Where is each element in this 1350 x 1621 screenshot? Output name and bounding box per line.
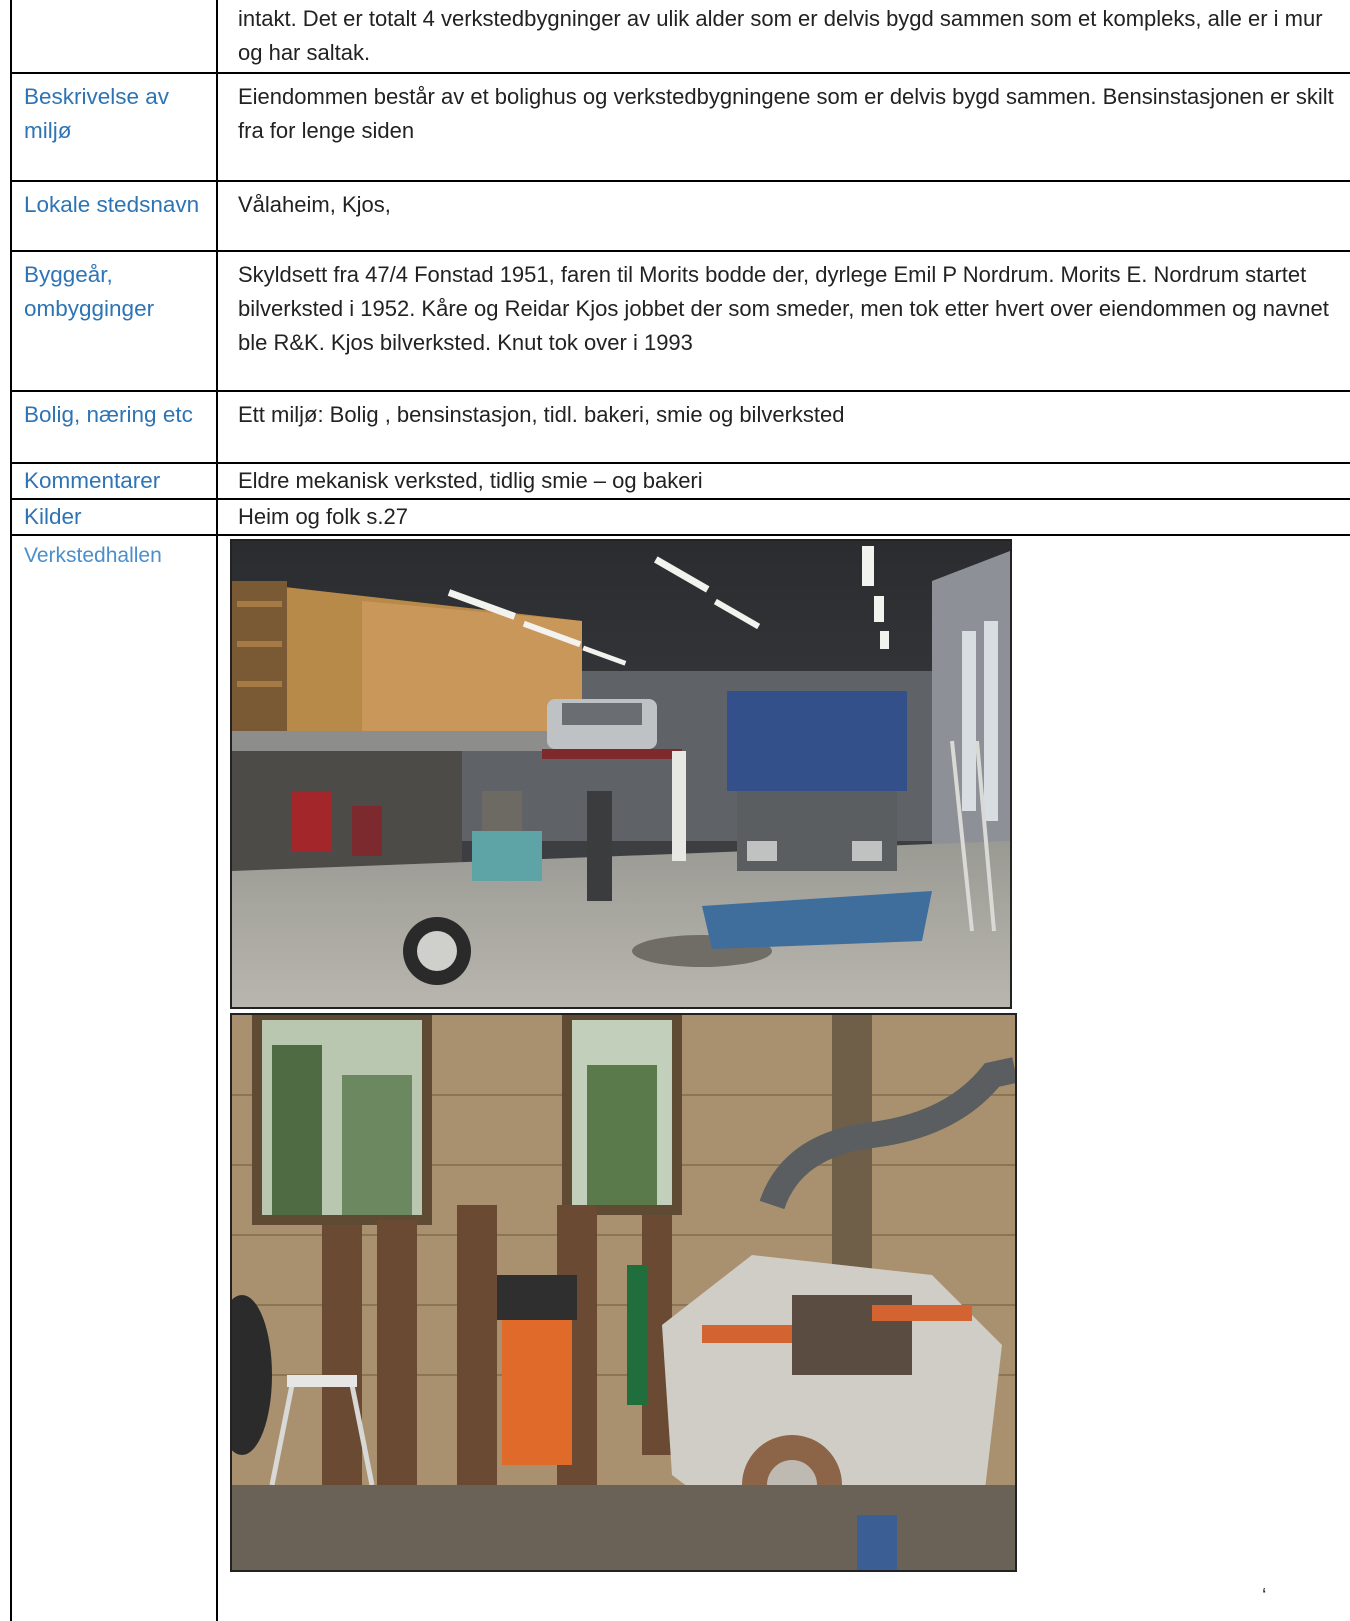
row-label: Byggeår, ombygginger [24, 262, 155, 321]
column-divider [216, 74, 218, 180]
column-divider [216, 392, 218, 462]
row-value: Eldre mekanisk verksted, tidlig smie – o… [238, 468, 703, 493]
row-value: Heim og folk s.27 [238, 504, 408, 529]
row-value: Skyldsett fra 47/4 Fonstad 1951, faren t… [238, 262, 1329, 355]
workshop-hall-photo [230, 539, 1012, 1009]
row-label: Kommentarer [24, 468, 161, 493]
column-divider [216, 500, 218, 534]
column-divider [216, 182, 218, 250]
row-value: intakt. Det er totalt 4 verkstedbygninge… [238, 6, 1323, 65]
row-label: Verkstedhallen [24, 544, 162, 567]
table-row: Byggeår, ombygginger Skyldsett fra 47/4 … [12, 252, 1350, 392]
welding-equipment-photo [230, 1013, 1017, 1572]
row-value: Ett miljø: Bolig , bensinstasjon, tidl. … [238, 402, 845, 427]
column-divider [216, 464, 218, 498]
row-label: Lokale stedsnavn [24, 192, 200, 217]
row-value: Vålaheim, Kjos, [238, 192, 391, 217]
row-label [12, 0, 206, 72]
row-label: Kilder [24, 504, 82, 529]
table-row: intakt. Det er totalt 4 verkstedbygninge… [12, 0, 1350, 74]
corner-mark: ‘ [1262, 1585, 1267, 1607]
table-row: Lokale stedsnavn Vålaheim, Kjos, [12, 182, 1350, 252]
column-divider [216, 536, 218, 1621]
table-row: Bolig, næring etc Ett miljø: Bolig , ben… [12, 392, 1350, 464]
column-divider [216, 252, 218, 390]
column-divider [216, 0, 218, 72]
table-row: Kommentarer Eldre mekanisk verksted, tid… [12, 464, 1350, 500]
row-label: Beskrivelse av miljø [24, 84, 170, 143]
row-label: Bolig, næring etc [24, 402, 193, 427]
table-row: Beskrivelse av miljø Eiendommen består a… [12, 74, 1350, 182]
table-row: Kilder Heim og folk s.27 [12, 500, 1350, 536]
row-value: Eiendommen består av et bolighus og verk… [238, 84, 1334, 143]
